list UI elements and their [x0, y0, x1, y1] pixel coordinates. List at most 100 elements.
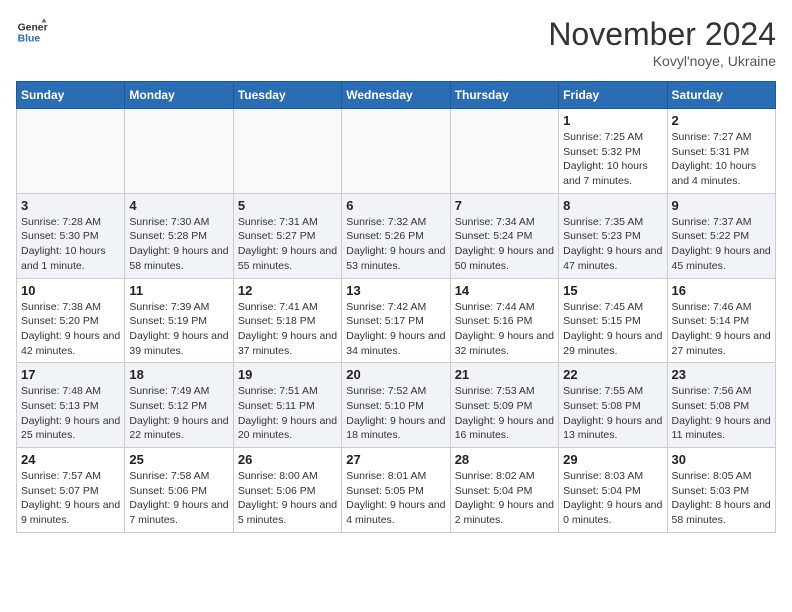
week-row-1: 1 Sunrise: 7:25 AM Sunset: 5:32 PM Daylig… [17, 109, 776, 194]
day-cell: 14Sunrise: 7:44 AM Sunset: 5:16 PM Dayli… [450, 278, 558, 363]
day-cell: 18Sunrise: 7:49 AM Sunset: 5:12 PM Dayli… [125, 363, 233, 448]
day-info: Sunrise: 7:46 AM Sunset: 5:14 PM Dayligh… [672, 300, 771, 359]
day-number: 15 [563, 283, 662, 298]
day-number: 28 [455, 452, 554, 467]
logo: General Blue [16, 16, 48, 48]
day-number: 9 [672, 198, 771, 213]
day-cell [17, 109, 125, 194]
day-cell [233, 109, 341, 194]
week-row-3: 10 Sunrise: 7:38 AM Sunset: 5:20 PM Dayli… [17, 278, 776, 363]
day-info: Sunrise: 8:05 AM Sunset: 5:03 PM Dayligh… [672, 469, 771, 528]
day-number: 16 [672, 283, 771, 298]
day-cell: 4 Sunrise: 7:30 AM Sunset: 5:28 PM Daylig… [125, 193, 233, 278]
day-cell: 19 Sunrise: 7:51 AM Sunset: 5:11 PM Dayli… [233, 363, 341, 448]
day-number: 21 [455, 367, 554, 382]
day-info: Sunrise: 7:34 AM Sunset: 5:24 PM Dayligh… [455, 215, 554, 274]
day-number: 6 [346, 198, 445, 213]
day-cell: 8 Sunrise: 7:35 AM Sunset: 5:23 PM Daylig… [559, 193, 667, 278]
day-cell: 6 Sunrise: 7:32 AM Sunset: 5:26 PM Daylig… [342, 193, 450, 278]
day-number: 2 [672, 113, 771, 128]
day-number: 26 [238, 452, 337, 467]
day-info: Sunrise: 7:45 AM Sunset: 5:15 PM Dayligh… [563, 300, 662, 359]
logo-icon: General Blue [16, 16, 48, 48]
day-number: 8 [563, 198, 662, 213]
title-block: November 2024 Kovyl'noye, Ukraine [548, 16, 776, 69]
day-info: Sunrise: 7:51 AM Sunset: 5:11 PM Dayligh… [238, 384, 337, 443]
day-number: 23 [672, 367, 771, 382]
day-number: 7 [455, 198, 554, 213]
weekday-header-thursday: Thursday [450, 82, 558, 109]
day-number: 3 [21, 198, 120, 213]
day-number: 19 [238, 367, 337, 382]
week-row-2: 3 Sunrise: 7:28 AM Sunset: 5:30 PM Daylig… [17, 193, 776, 278]
day-cell: 23 Sunrise: 7:56 AM Sunset: 5:08 PM Dayli… [667, 363, 775, 448]
weekday-header-monday: Monday [125, 82, 233, 109]
day-info: Sunrise: 7:35 AM Sunset: 5:23 PM Dayligh… [563, 215, 662, 274]
day-info: Sunrise: 7:52 AM Sunset: 5:10 PM Dayligh… [346, 384, 445, 443]
day-cell: 12Sunrise: 7:41 AM Sunset: 5:18 PM Dayli… [233, 278, 341, 363]
day-cell [342, 109, 450, 194]
day-info: Sunrise: 7:30 AM Sunset: 5:28 PM Dayligh… [129, 215, 228, 274]
day-info: Sunrise: 8:03 AM Sunset: 5:04 PM Dayligh… [563, 469, 662, 528]
day-cell: 26 Sunrise: 8:00 AM Sunset: 5:06 PM Dayli… [233, 448, 341, 533]
day-cell: 10 Sunrise: 7:38 AM Sunset: 5:20 PM Dayli… [17, 278, 125, 363]
day-cell: 21 Sunrise: 7:53 AM Sunset: 5:09 PM Dayli… [450, 363, 558, 448]
day-info: Sunrise: 8:02 AM Sunset: 5:04 PM Dayligh… [455, 469, 554, 528]
day-number: 4 [129, 198, 228, 213]
day-number: 5 [238, 198, 337, 213]
day-info: Sunrise: 7:41 AM Sunset: 5:18 PM Dayligh… [238, 300, 337, 359]
day-info: Sunrise: 8:00 AM Sunset: 5:06 PM Dayligh… [238, 469, 337, 528]
calendar-table: SundayMondayTuesdayWednesdayThursdayFrid… [16, 81, 776, 533]
day-number: 20 [346, 367, 445, 382]
day-info: Sunrise: 7:42 AM Sunset: 5:17 PM Dayligh… [346, 300, 445, 359]
day-cell: 17Sunrise: 7:48 AM Sunset: 5:13 PM Dayli… [17, 363, 125, 448]
day-number: 13 [346, 283, 445, 298]
day-cell: 5Sunrise: 7:31 AM Sunset: 5:27 PM Daylig… [233, 193, 341, 278]
day-cell: 9Sunrise: 7:37 AM Sunset: 5:22 PM Daylig… [667, 193, 775, 278]
svg-text:General: General [18, 22, 48, 33]
weekday-header-row: SundayMondayTuesdayWednesdayThursdayFrid… [17, 82, 776, 109]
day-cell [450, 109, 558, 194]
weekday-header-wednesday: Wednesday [342, 82, 450, 109]
day-cell: 11Sunrise: 7:39 AM Sunset: 5:19 PM Dayli… [125, 278, 233, 363]
location-subtitle: Kovyl'noye, Ukraine [548, 53, 776, 69]
day-number: 27 [346, 452, 445, 467]
day-number: 1 [563, 113, 662, 128]
page-header: General Blue November 2024 Kovyl'noye, U… [16, 16, 776, 69]
day-cell: 15 Sunrise: 7:45 AM Sunset: 5:15 PM Dayli… [559, 278, 667, 363]
day-info: Sunrise: 7:28 AM Sunset: 5:30 PM Dayligh… [21, 215, 120, 274]
day-cell [125, 109, 233, 194]
week-row-4: 17Sunrise: 7:48 AM Sunset: 5:13 PM Dayli… [17, 363, 776, 448]
day-cell: 7 Sunrise: 7:34 AM Sunset: 5:24 PM Daylig… [450, 193, 558, 278]
weekday-header-friday: Friday [559, 82, 667, 109]
day-cell: 24 Sunrise: 7:57 AM Sunset: 5:07 PM Dayli… [17, 448, 125, 533]
day-number: 22 [563, 367, 662, 382]
day-number: 17 [21, 367, 120, 382]
day-cell: 29 Sunrise: 8:03 AM Sunset: 5:04 PM Dayli… [559, 448, 667, 533]
day-number: 10 [21, 283, 120, 298]
day-number: 29 [563, 452, 662, 467]
week-row-5: 24 Sunrise: 7:57 AM Sunset: 5:07 PM Dayli… [17, 448, 776, 533]
day-info: Sunrise: 7:39 AM Sunset: 5:19 PM Dayligh… [129, 300, 228, 359]
month-title: November 2024 [548, 16, 776, 53]
day-info: Sunrise: 7:56 AM Sunset: 5:08 PM Dayligh… [672, 384, 771, 443]
weekday-header-saturday: Saturday [667, 82, 775, 109]
day-cell: 2 Sunrise: 7:27 AM Sunset: 5:31 PM Daylig… [667, 109, 775, 194]
day-cell: 27 Sunrise: 8:01 AM Sunset: 5:05 PM Dayli… [342, 448, 450, 533]
day-number: 18 [129, 367, 228, 382]
day-number: 14 [455, 283, 554, 298]
weekday-header-sunday: Sunday [17, 82, 125, 109]
day-info: Sunrise: 8:01 AM Sunset: 5:05 PM Dayligh… [346, 469, 445, 528]
day-info: Sunrise: 7:57 AM Sunset: 5:07 PM Dayligh… [21, 469, 120, 528]
day-cell: 20 Sunrise: 7:52 AM Sunset: 5:10 PM Dayli… [342, 363, 450, 448]
day-cell: 22Sunrise: 7:55 AM Sunset: 5:08 PM Dayli… [559, 363, 667, 448]
day-cell: 28 Sunrise: 8:02 AM Sunset: 5:04 PM Dayli… [450, 448, 558, 533]
weekday-header-tuesday: Tuesday [233, 82, 341, 109]
day-number: 24 [21, 452, 120, 467]
day-info: Sunrise: 7:53 AM Sunset: 5:09 PM Dayligh… [455, 384, 554, 443]
day-info: Sunrise: 7:38 AM Sunset: 5:20 PM Dayligh… [21, 300, 120, 359]
day-cell: 3 Sunrise: 7:28 AM Sunset: 5:30 PM Daylig… [17, 193, 125, 278]
day-info: Sunrise: 7:27 AM Sunset: 5:31 PM Dayligh… [672, 130, 771, 189]
day-info: Sunrise: 7:25 AM Sunset: 5:32 PM Dayligh… [563, 130, 662, 189]
day-info: Sunrise: 7:32 AM Sunset: 5:26 PM Dayligh… [346, 215, 445, 274]
